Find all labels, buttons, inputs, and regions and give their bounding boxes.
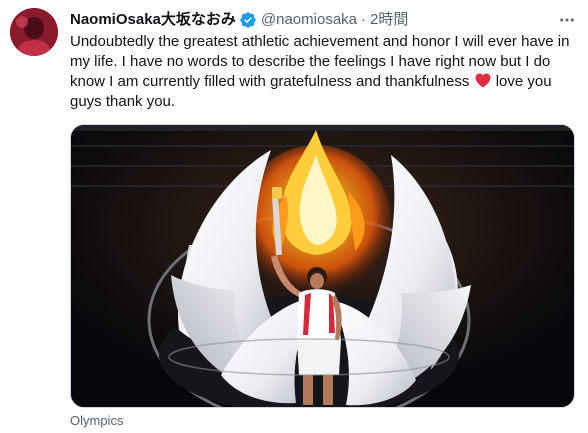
author-handle[interactable]: @naomiosaka	[261, 10, 357, 30]
tweet-header: NaomiOsaka大坂なおみ @naomiosaka · 2時間	[70, 10, 548, 30]
tweet-timestamp[interactable]: 2時間	[370, 10, 408, 30]
avatar-image	[10, 8, 58, 56]
media-caption[interactable]: Olympics	[70, 413, 123, 429]
red-heart-emoji-icon	[475, 73, 491, 88]
author-avatar[interactable]	[10, 8, 58, 56]
header-separator: ·	[361, 11, 366, 28]
verified-badge-icon	[239, 11, 257, 29]
tweet-media-photo[interactable]	[70, 124, 575, 408]
more-options-icon[interactable]	[556, 10, 578, 30]
tweet-text: Undoubtedly the greatest athletic achiev…	[70, 32, 580, 112]
author-display-name[interactable]: NaomiOsaka大坂なおみ	[70, 10, 236, 30]
cauldron-photo	[71, 125, 574, 407]
tweet-card[interactable]: NaomiOsaka大坂なおみ @naomiosaka · 2時間 Undoub…	[0, 0, 588, 433]
